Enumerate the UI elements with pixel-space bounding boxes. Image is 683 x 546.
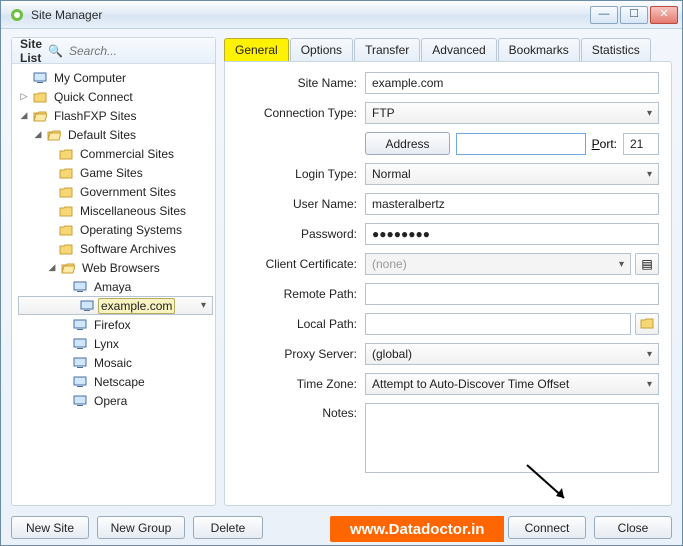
tab-bookmarks[interactable]: Bookmarks xyxy=(498,38,580,61)
port-label: Port: xyxy=(592,137,617,151)
tree-mosaic[interactable]: Mosaic xyxy=(18,353,213,372)
client-cert-label: Client Certificate: xyxy=(237,257,357,271)
close-button[interactable]: ✕ xyxy=(650,6,678,24)
general-tab-body: Site Name: Connection Type: FTP Address … xyxy=(224,61,672,506)
tree-government[interactable]: Government Sites xyxy=(18,182,213,201)
site-icon xyxy=(72,394,88,408)
client-area: Site List 🔍 My Computer ▷Quick Connect ◢… xyxy=(1,29,682,545)
tree-archives[interactable]: Software Archives xyxy=(18,239,213,258)
connect-button[interactable]: Connect xyxy=(508,516,586,539)
tree-quick-connect[interactable]: ▷Quick Connect xyxy=(18,87,213,106)
login-type-select[interactable]: Normal xyxy=(365,163,659,185)
connection-type-label: Connection Type: xyxy=(237,106,357,120)
tree-default-sites[interactable]: ◢Default Sites xyxy=(18,125,213,144)
maximize-button[interactable]: ☐ xyxy=(620,6,648,24)
folder-icon xyxy=(58,223,74,237)
delete-button[interactable]: Delete xyxy=(193,516,263,539)
tree-os[interactable]: Operating Systems xyxy=(18,220,213,239)
notes-label: Notes: xyxy=(237,403,357,420)
site-manager-window: Site Manager — ☐ ✕ Site List 🔍 My Comput… xyxy=(0,0,683,546)
tree-amaya[interactable]: Amaya xyxy=(18,277,213,296)
port-input[interactable] xyxy=(623,133,659,155)
folder-icon xyxy=(58,242,74,256)
tree-misc[interactable]: Miscellaneous Sites xyxy=(18,201,213,220)
tab-statistics[interactable]: Statistics xyxy=(581,38,651,61)
site-icon xyxy=(72,337,88,351)
tab-options[interactable]: Options xyxy=(290,38,353,61)
certificate-icon: ▤ xyxy=(641,257,652,271)
tree-my-computer[interactable]: My Computer xyxy=(18,68,213,87)
tree-opera[interactable]: Opera xyxy=(18,391,213,410)
client-cert-select: (none) xyxy=(365,253,631,275)
search-icon: 🔍 xyxy=(48,44,63,58)
watermark: www.Datadoctor.in xyxy=(330,516,504,542)
proxy-label: Proxy Server: xyxy=(237,347,357,361)
tree-lynx[interactable]: Lynx xyxy=(18,334,213,353)
folder-icon xyxy=(58,147,74,161)
main-panel: General Options Transfer Advanced Bookma… xyxy=(224,37,672,506)
site-icon xyxy=(72,375,88,389)
login-type-label: Login Type: xyxy=(237,167,357,181)
site-list-header: Site List 🔍 xyxy=(12,38,215,64)
site-name-input[interactable] xyxy=(365,72,659,94)
panels: Site List 🔍 My Computer ▷Quick Connect ◢… xyxy=(11,37,672,506)
tab-general[interactable]: General xyxy=(224,38,289,61)
close-dialog-button[interactable]: Close xyxy=(594,516,672,539)
site-search-input[interactable] xyxy=(69,44,226,58)
site-icon xyxy=(72,356,88,370)
tree-commercial[interactable]: Commercial Sites xyxy=(18,144,213,163)
remote-path-input[interactable] xyxy=(365,283,659,305)
new-group-button[interactable]: New Group xyxy=(97,516,185,539)
timezone-label: Time Zone: xyxy=(237,377,357,391)
address-input[interactable] xyxy=(456,133,586,155)
site-tree[interactable]: My Computer ▷Quick Connect ◢FlashFXP Sit… xyxy=(12,64,215,505)
folder-icon xyxy=(32,90,48,104)
password-label: Password: xyxy=(237,227,357,241)
site-list-panel: Site List 🔍 My Computer ▷Quick Connect ◢… xyxy=(11,37,216,506)
folder-icon xyxy=(58,166,74,180)
password-input[interactable] xyxy=(365,223,659,245)
cert-browse-button[interactable]: ▤ xyxy=(635,253,659,275)
proxy-select[interactable]: (global) xyxy=(365,343,659,365)
site-list-heading: Site List xyxy=(20,37,42,65)
new-site-button[interactable]: New Site xyxy=(11,516,89,539)
window-title: Site Manager xyxy=(31,8,590,22)
user-name-input[interactable] xyxy=(365,193,659,215)
address-button[interactable]: Address xyxy=(365,132,450,155)
site-icon xyxy=(72,318,88,332)
site-name-label: Site Name: xyxy=(237,76,357,90)
connection-type-select[interactable]: FTP xyxy=(365,102,659,124)
local-path-input[interactable] xyxy=(365,313,631,335)
tree-example[interactable]: example.com xyxy=(18,296,213,315)
folder-icon xyxy=(58,185,74,199)
titlebar[interactable]: Site Manager — ☐ ✕ xyxy=(1,1,682,29)
folder-open-icon xyxy=(46,128,62,142)
tree-flashfxp-sites[interactable]: ◢FlashFXP Sites xyxy=(18,106,213,125)
tree-game[interactable]: Game Sites xyxy=(18,163,213,182)
folder-open-icon xyxy=(32,109,48,123)
app-icon xyxy=(9,7,25,23)
window-buttons: — ☐ ✕ xyxy=(590,6,678,24)
local-path-browse-button[interactable] xyxy=(635,313,659,335)
notes-input[interactable] xyxy=(365,403,659,473)
timezone-select[interactable]: Attempt to Auto-Discover Time Offset xyxy=(365,373,659,395)
user-name-label: User Name: xyxy=(237,197,357,211)
tab-advanced[interactable]: Advanced xyxy=(421,38,496,61)
folder-icon xyxy=(58,204,74,218)
tree-firefox[interactable]: Firefox xyxy=(18,315,213,334)
tree-netscape[interactable]: Netscape xyxy=(18,372,213,391)
site-icon xyxy=(79,299,95,313)
site-icon xyxy=(72,280,88,294)
folder-icon xyxy=(640,317,654,332)
folder-open-icon xyxy=(60,261,76,275)
computer-icon xyxy=(32,71,48,85)
tab-strip: General Options Transfer Advanced Bookma… xyxy=(224,37,672,61)
tree-browsers[interactable]: ◢Web Browsers xyxy=(18,258,213,277)
site-form: Site Name: Connection Type: FTP Address … xyxy=(237,72,659,476)
remote-path-label: Remote Path: xyxy=(237,287,357,301)
minimize-button[interactable]: — xyxy=(590,6,618,24)
local-path-label: Local Path: xyxy=(237,317,357,331)
tab-transfer[interactable]: Transfer xyxy=(354,38,420,61)
